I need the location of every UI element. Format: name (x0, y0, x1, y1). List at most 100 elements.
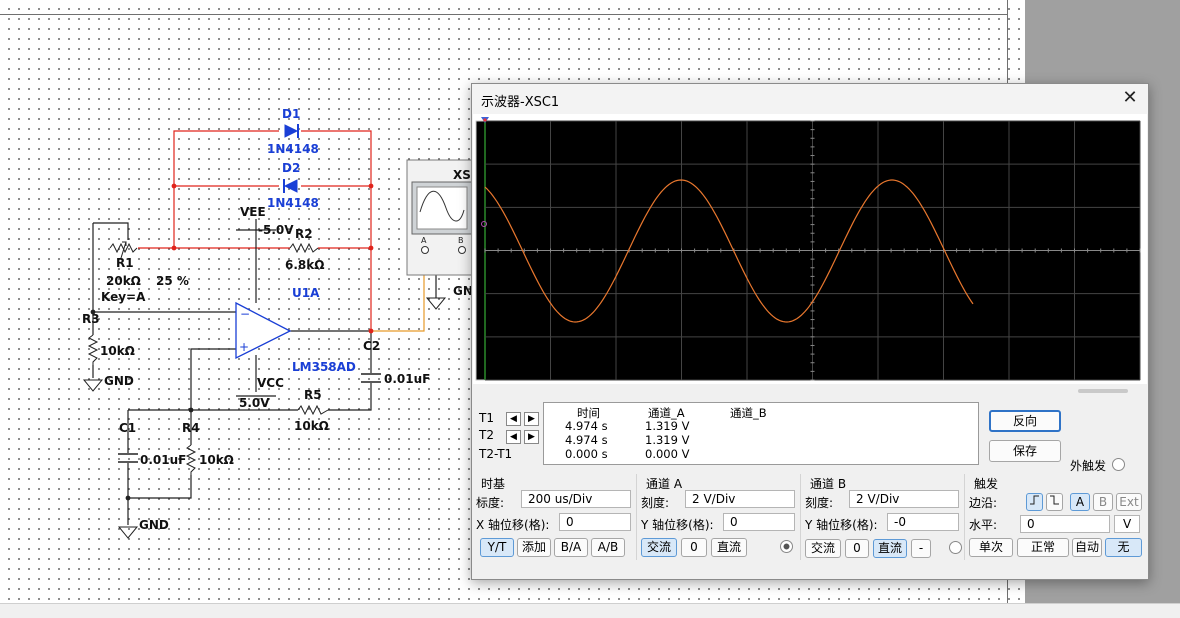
channel-a-zero-button[interactable]: 0 (681, 538, 707, 557)
trigger-level-unit[interactable]: V (1114, 515, 1140, 533)
save-button[interactable]: 保存 (989, 440, 1061, 462)
trigger-auto-button[interactable]: 自动 (1072, 538, 1102, 557)
channel-b-minus-button[interactable]: - (911, 539, 931, 558)
t1-label: T1 (479, 411, 494, 425)
timebase-title: 时基 (481, 477, 506, 491)
channel-a-scale-label: 刻度: (641, 496, 670, 510)
trigger-source-ext-button[interactable]: Ext (1116, 493, 1142, 511)
t1-time: 4.974 s (565, 419, 608, 433)
ground-symbol-c1 (117, 526, 139, 539)
ground-symbol-scope (425, 297, 447, 310)
trigger-normal-button[interactable]: 正常 (1017, 538, 1069, 557)
falling-edge-button[interactable] (1046, 493, 1063, 511)
ground-symbol-r3 (82, 379, 104, 392)
separator (800, 474, 801, 560)
c2-ref: C2 (363, 339, 380, 353)
t1-right-arrow-button[interactable]: ▶ (524, 412, 539, 426)
r1-key: Key=A (101, 290, 146, 304)
channel-a-scale-field[interactable]: 2 V/Div (685, 490, 795, 508)
d1-ref: D1 (282, 107, 300, 121)
svg-text:+: + (239, 340, 249, 354)
x-position-field[interactable]: 0 (559, 513, 631, 531)
junction-dots-dark (90, 309, 194, 501)
diode-d2[interactable] (283, 179, 298, 193)
t1-left-arrow-button[interactable]: ◀ (506, 412, 521, 426)
r1-ref: R1 (116, 256, 134, 270)
resistor-r4[interactable] (185, 444, 197, 475)
window-title-bar[interactable]: 示波器-XSC1 ✕ (472, 84, 1148, 114)
channel-a-ac-button[interactable]: 交流 (641, 538, 677, 557)
channel-a-dc-button[interactable]: 直流 (711, 538, 747, 557)
trigger-level-field[interactable]: 0 (1020, 515, 1110, 533)
close-button[interactable]: ✕ (1118, 88, 1142, 110)
u1-ref: U1A (292, 286, 320, 300)
x-position-label: X 轴位移(格): (476, 518, 550, 532)
resistor-r3[interactable] (87, 334, 99, 365)
channel-b-radio[interactable] (949, 541, 962, 554)
mode-add-button[interactable]: 添加 (517, 538, 551, 557)
channel-a-ypos-field[interactable]: 0 (723, 513, 795, 531)
r2-value: 6.8kΩ (285, 258, 324, 272)
c2-value: 0.01uF (384, 372, 430, 386)
mode-ab-button[interactable]: A/B (591, 538, 625, 557)
diff-time: 0.000 s (565, 447, 608, 461)
timebase-scale-label: 标度: (476, 496, 505, 510)
t2t1-label: T2-T1 (479, 447, 513, 461)
c1-value: 0.01uF (140, 453, 186, 467)
channel-a-radio[interactable] (780, 540, 793, 553)
r1-percent: 25 % (156, 274, 189, 288)
d1-part: 1N4148 (267, 142, 319, 156)
channel-b-scale-label: 刻度: (805, 496, 834, 510)
t2-left-arrow-button[interactable]: ◀ (506, 430, 521, 444)
d2-part: 1N4148 (267, 196, 319, 210)
oscilloscope-window[interactable]: 示波器-XSC1 ✕ T1 ◀ ▶ T2 ◀ ▶ T2-T1 时间 通道_A 通… (471, 83, 1149, 580)
status-bar (0, 603, 1180, 618)
resistor-r2[interactable] (289, 242, 319, 254)
gnd-label-c1: GND (139, 518, 169, 532)
channel-b-ac-button[interactable]: 交流 (805, 539, 841, 558)
resistor-r5[interactable] (297, 404, 329, 416)
trigger-source-b-button[interactable]: B (1093, 493, 1113, 511)
rising-edge-icon (1030, 495, 1039, 505)
channel-b-scale-field[interactable]: 2 V/Div (849, 490, 959, 508)
scope-display[interactable] (473, 114, 1147, 384)
mode-ba-button[interactable]: B/A (554, 538, 588, 557)
channel-b-zero-button[interactable]: 0 (845, 539, 869, 558)
channel-b-dc-button[interactable]: 直流 (873, 539, 907, 558)
t1-ch-a: 1.319 V (645, 419, 690, 433)
channel-b-ypos-field[interactable]: -0 (887, 513, 959, 531)
svg-text:−: − (240, 307, 250, 321)
t2-ch-a: 1.319 V (645, 433, 690, 447)
capacitor-c1[interactable] (118, 453, 138, 463)
c1-ref: C1 (119, 421, 136, 435)
t2-right-arrow-button[interactable]: ▶ (524, 430, 539, 444)
r1-value: 20kΩ (106, 274, 141, 288)
t2-time: 4.974 s (565, 433, 608, 447)
diode-d1[interactable] (284, 124, 299, 138)
vee-label: VEE (240, 205, 266, 219)
t2-label: T2 (479, 428, 494, 442)
trigger-none-button[interactable]: 无 (1105, 538, 1142, 557)
separator (636, 474, 637, 560)
trigger-single-button[interactable]: 单次 (969, 538, 1013, 557)
timebase-scale-field[interactable]: 200 us/Div (521, 490, 631, 508)
window-title: 示波器-XSC1 (481, 95, 560, 110)
rising-edge-button[interactable] (1026, 493, 1043, 511)
ext-trigger-radio[interactable] (1112, 458, 1125, 471)
trigger-source-a-button[interactable]: A (1070, 493, 1090, 511)
r4-value: 10kΩ (199, 453, 234, 467)
panel-splitter[interactable] (1078, 389, 1128, 393)
separator (964, 474, 965, 560)
cursor-readout: T1 ◀ ▶ T2 ◀ ▶ T2-T1 时间 通道_A 通道_B 4.974 s… (472, 402, 1148, 473)
capacitor-c2[interactable] (361, 373, 381, 383)
mode-yt-button[interactable]: Y/T (480, 538, 514, 557)
r3-ref: R3 (82, 312, 100, 326)
col-ch-b: 通道_B (730, 406, 767, 420)
reverse-button[interactable]: 反向 (989, 410, 1061, 432)
r3-value: 10kΩ (100, 344, 135, 358)
r4-ref: R4 (182, 421, 200, 435)
opamp-u1a[interactable]: − + (235, 301, 292, 360)
d2-ref: D2 (282, 161, 300, 175)
vcc-label: VCC (257, 376, 284, 390)
channel-b-ypos-label: Y 轴位移(格): (805, 518, 878, 532)
